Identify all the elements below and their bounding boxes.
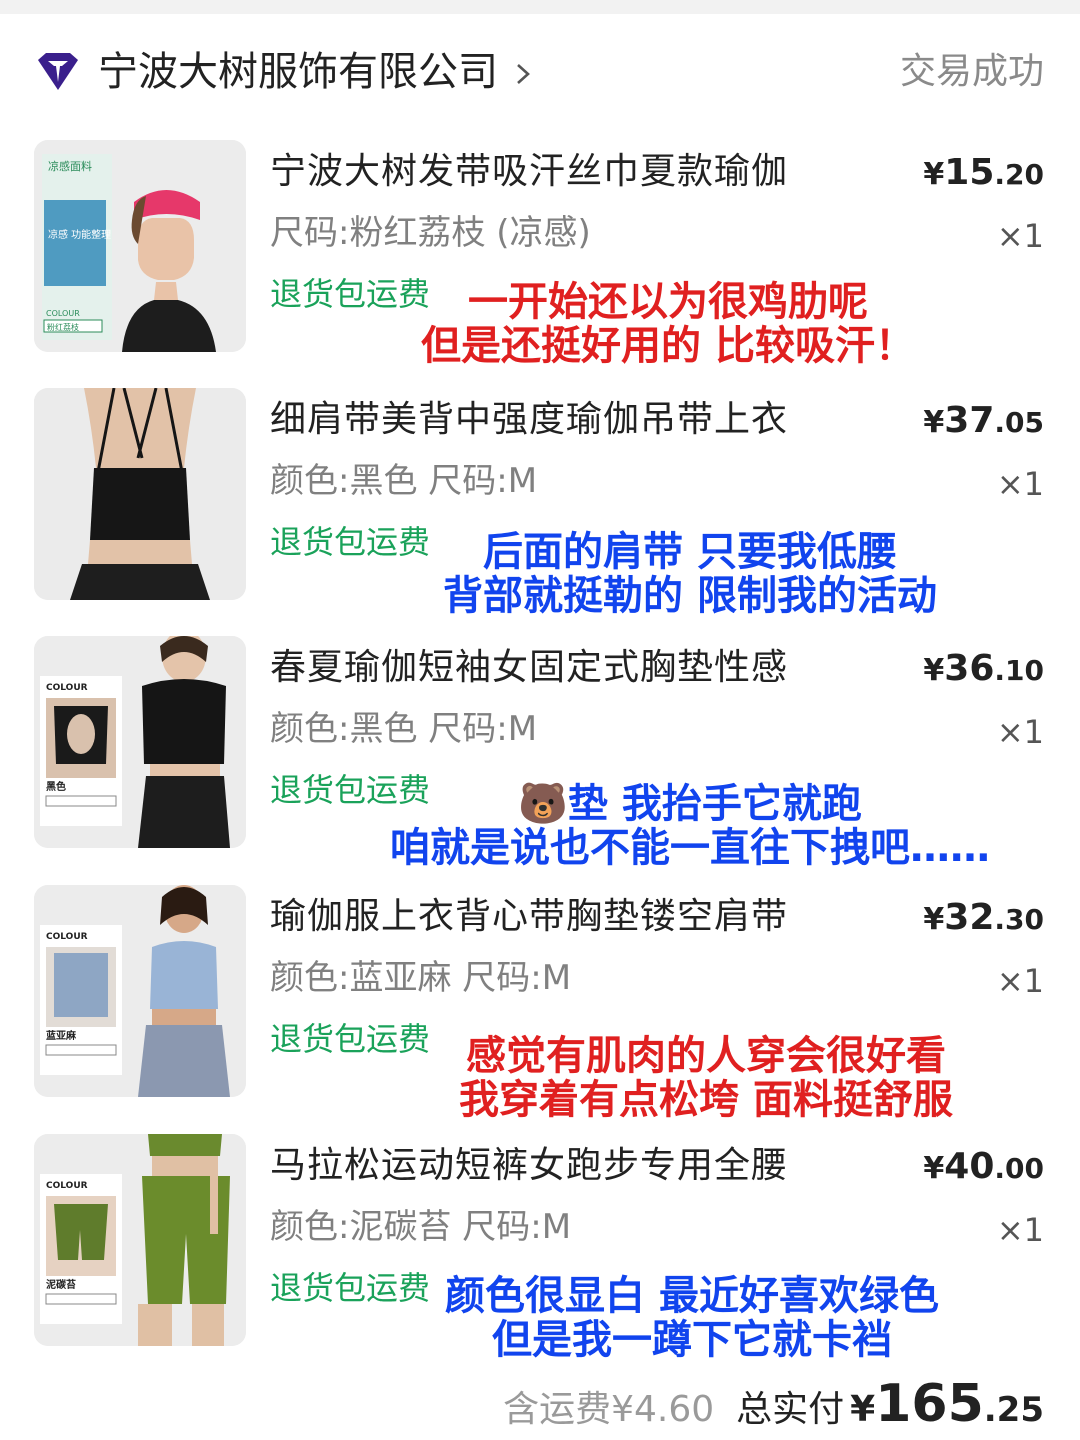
review-note-line: 咱就是说也不能一直往下拽吧…… (390, 825, 990, 871)
thumb-caption: COLOUR (46, 683, 88, 693)
thumb-caption: 蓝亚麻 (46, 1029, 77, 1042)
review-note-line: 感觉有肌肉的人穿会很好看 (466, 1033, 946, 1079)
review-note-line: 后面的肩带 只要我低腰 (483, 529, 897, 575)
product-thumbnail[interactable]: COLOUR 泥碳苔 (34, 1134, 246, 1346)
product-thumbnail[interactable]: COLOUR 蓝亚麻 (34, 885, 246, 1097)
item-title[interactable]: 马拉松运动短裤女跑步专用全腰 (270, 1142, 788, 1190)
review-note: 🐻垫 我抬手它就跑 咱就是说也不能一直往下拽吧…… (340, 782, 1040, 870)
item-price: ¥40.00 (923, 1146, 1044, 1187)
item-spec: 颜色:蓝亚麻 尺码:M (270, 958, 572, 998)
review-note-line: 我穿着有点松垮 面料挺舒服 (459, 1077, 953, 1123)
item-title[interactable]: 瑜伽服上衣背心带胸垫镂空肩带 (270, 893, 788, 941)
thumb-caption: 凉感 功能整理 (48, 228, 111, 241)
review-note: 后面的肩带 只要我低腰 背部就挺勒的 限制我的活动 (400, 530, 980, 618)
return-shipping-tag: 退货包运费 (270, 1020, 431, 1058)
item-price: ¥15.20 (923, 152, 1044, 193)
total-amount: 165 (875, 1374, 984, 1434)
review-note-line: 但是还挺好用的 比较吸汗！ (421, 323, 915, 369)
item-title[interactable]: 春夏瑜伽短袖女固定式胸垫性感 (270, 644, 788, 692)
item-spec: 颜色:黑色 尺码:M (270, 709, 538, 749)
shop-name[interactable]: 宁波大树服饰有限公司 (98, 44, 498, 100)
review-note-line: 颜色很显白 最近好喜欢绿色 (445, 1273, 939, 1319)
item-price: ¥32.30 (923, 897, 1044, 938)
item-price: ¥37.05 (923, 400, 1044, 441)
item-spec: 尺码:粉红荔枝 (凉感) (270, 213, 591, 253)
return-shipping-tag: 退货包运费 (270, 1269, 431, 1307)
review-note: 一开始还以为很鸡肋呢 但是还挺好用的 比较吸汗！ (408, 280, 928, 368)
thumb-caption: 粉红荔枝 (47, 322, 79, 332)
order-status: 交易成功 (899, 51, 1044, 92)
review-note-line: 背部就挺勒的 限制我的活动 (443, 573, 937, 619)
thumb-caption: 凉感面料 (48, 159, 92, 173)
thumb-caption: 黑色 (46, 780, 66, 793)
product-thumbnail[interactable] (34, 388, 246, 600)
item-quantity: ×1 (996, 962, 1044, 1000)
product-thumbnail[interactable]: 凉感面料 凉感 功能整理 COLOUR 粉红荔枝 (34, 140, 246, 352)
review-note: 颜色很显白 最近好喜欢绿色 但是我一蹲下它就卡裆 (412, 1274, 972, 1362)
order-header: 宁波大树服饰有限公司 交易成功 (0, 14, 1080, 124)
review-note-line: 一开始还以为很鸡肋呢 (468, 279, 868, 325)
order-total: 含运费¥4.60 总实付 ¥165.25 (503, 1374, 1044, 1434)
review-note-line: 但是我一蹲下它就卡裆 (492, 1317, 892, 1363)
status-bar-band (0, 0, 1080, 14)
shop-logo-icon (38, 53, 78, 90)
total-decimal: .25 (983, 1390, 1044, 1430)
product-thumbnail[interactable]: COLOUR 黑色 (34, 636, 246, 848)
item-quantity: ×1 (996, 465, 1044, 503)
thumb-caption: COLOUR (46, 309, 80, 318)
item-quantity: ×1 (996, 217, 1044, 255)
total-currency: ¥ (850, 1389, 876, 1430)
item-quantity: ×1 (996, 1211, 1044, 1249)
thumb-caption: 泥碳苔 (46, 1278, 76, 1291)
item-quantity: ×1 (996, 713, 1044, 751)
review-note: 感觉有肌肉的人穿会很好看 我穿着有点松垮 面料挺舒服 (436, 1034, 976, 1122)
total-label: 总实付 (736, 1389, 845, 1430)
item-price: ¥36.10 (923, 648, 1044, 689)
shipping-fee: 含运费¥4.60 (503, 1389, 715, 1430)
thumb-caption: COLOUR (46, 1181, 88, 1191)
item-spec: 颜色:泥碳苔 尺码:M (270, 1207, 572, 1247)
chevron-right-icon[interactable] (512, 60, 534, 88)
item-title[interactable]: 宁波大树发带吸汗丝巾夏款瑜伽 (270, 148, 788, 196)
item-title[interactable]: 细肩带美背中强度瑜伽吊带上衣 (270, 396, 788, 444)
thumb-caption: COLOUR (46, 932, 88, 942)
item-spec: 颜色:黑色 尺码:M (270, 461, 538, 501)
review-note-line: 🐻垫 我抬手它就跑 (518, 781, 862, 827)
return-shipping-tag: 退货包运费 (270, 275, 431, 313)
